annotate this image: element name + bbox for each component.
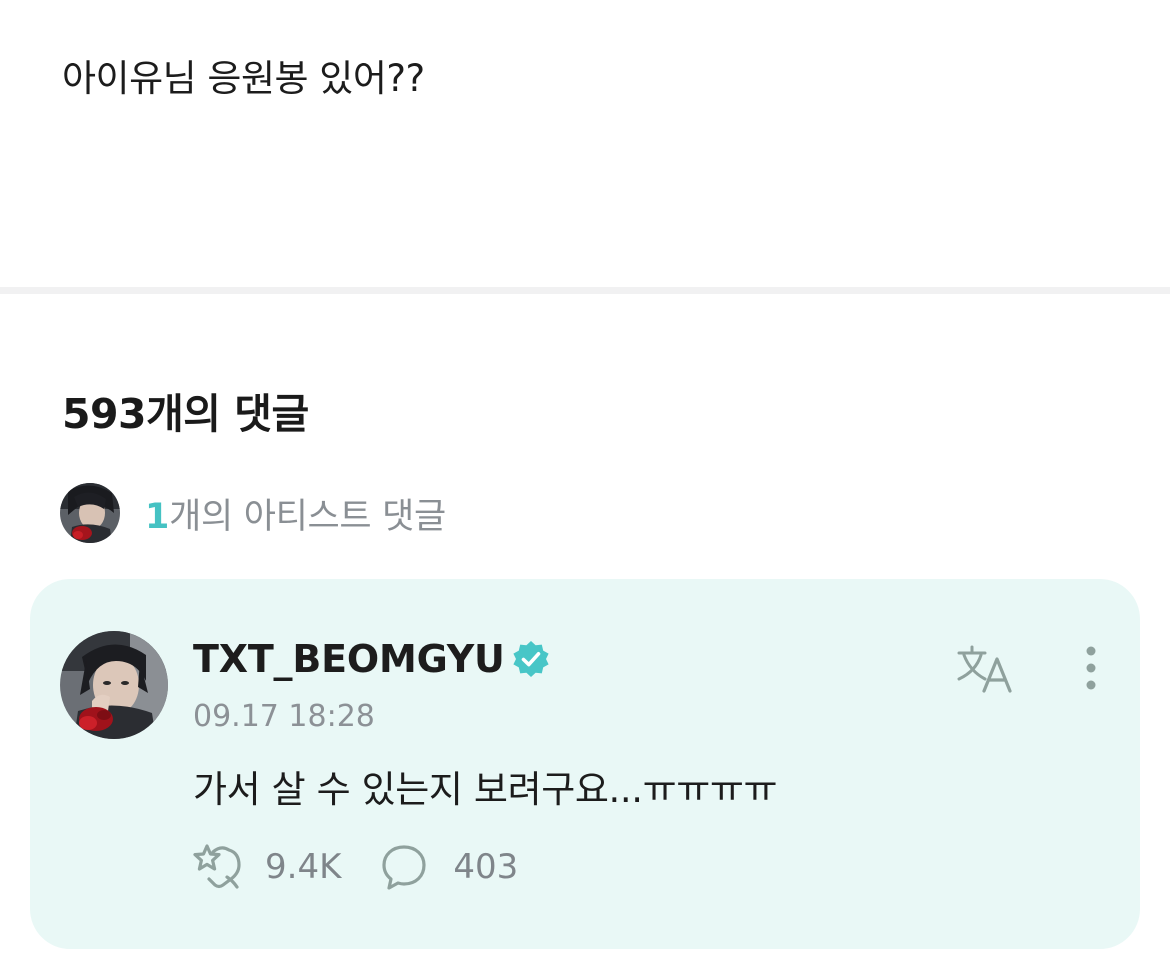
section-divider (0, 287, 1170, 294)
like-icon (193, 841, 247, 893)
artist-comments-label: 1개의 아티스트 댓글 (145, 488, 446, 539)
like-count: 9.4K (265, 847, 342, 887)
translate-icon (957, 645, 1012, 693)
artist-avatar-small (60, 483, 120, 543)
more-options-button[interactable] (1070, 641, 1106, 697)
post-body-text: 아이유님 응원봉 있어?? (62, 57, 425, 100)
author-row: TXT_BEOMGYU (193, 637, 551, 681)
like-button[interactable]: 9.4K (193, 841, 341, 893)
artist-comment-label-text: 개의 아티스트 댓글 (169, 496, 446, 537)
verified-badge-icon (511, 639, 551, 679)
comment-text: 가서 살 수 있는지 보려구요...ㅠㅠㅠㅠ (193, 768, 778, 811)
reply-bubble-icon (381, 841, 435, 893)
comment-timestamp: 09.17 18:28 (193, 699, 375, 734)
artist-comment-card: TXT_BEOMGYU 09.17 18:28 가서 살 수 있는지 보려구요.… (30, 579, 1140, 949)
reply-button[interactable]: 403 (381, 841, 518, 893)
artist-comment-count: 1 (145, 496, 170, 537)
comment-actions: 9.4K 403 (193, 841, 518, 893)
reply-count: 403 (453, 847, 519, 887)
author-name[interactable]: TXT_BEOMGYU (193, 637, 505, 681)
author-avatar[interactable] (60, 631, 168, 739)
artist-comments-summary[interactable]: 1개의 아티스트 댓글 (60, 482, 446, 544)
comments-count-heading: 593개의 댓글 (62, 390, 309, 438)
translate-button[interactable] (954, 641, 1018, 697)
more-vertical-icon (1086, 646, 1096, 690)
